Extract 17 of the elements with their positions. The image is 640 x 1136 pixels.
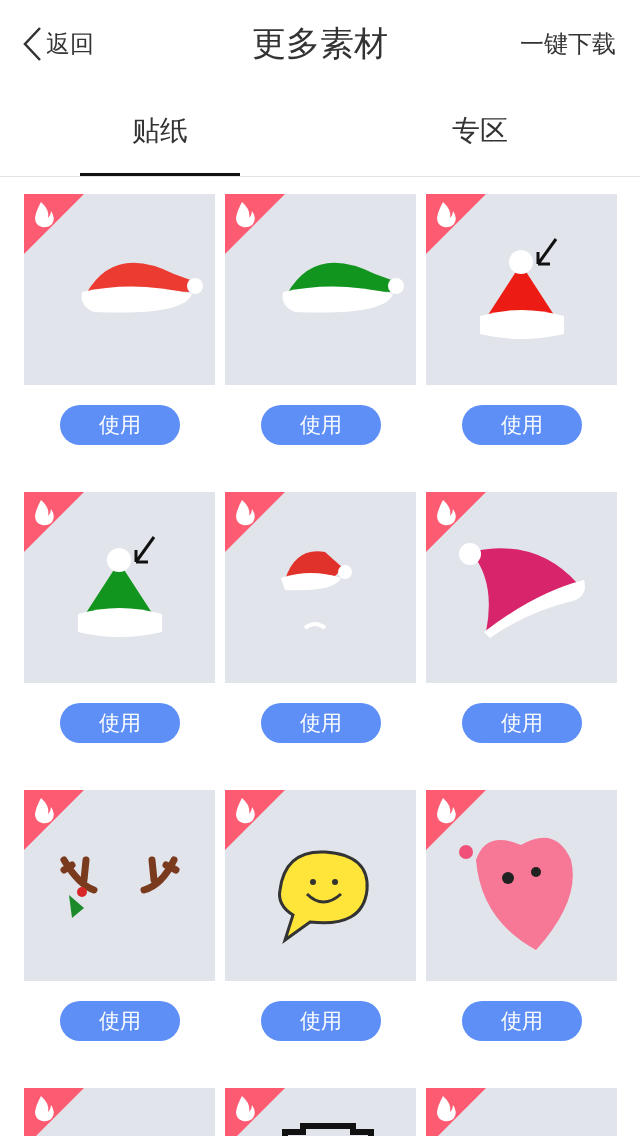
use-button[interactable]: 使用: [59, 405, 180, 445]
tab[interactable]: 专区: [400, 88, 560, 176]
sticker-card[interactable]: [24, 790, 215, 981]
sticker-card[interactable]: [225, 790, 416, 981]
page-title: 更多素材: [252, 23, 388, 63]
back-button[interactable]: 返回: [22, 26, 94, 62]
use-button[interactable]: 使用: [260, 703, 381, 743]
use-button[interactable]: 使用: [461, 1001, 582, 1041]
use-button[interactable]: 使用: [59, 703, 180, 743]
use-button[interactable]: 使用: [461, 703, 582, 743]
back-icon[interactable]: [22, 26, 42, 62]
download-all-button[interactable]: 一键下载: [520, 28, 616, 60]
use-button[interactable]: 使用: [260, 405, 381, 445]
use-button[interactable]: 使用: [461, 405, 582, 445]
use-button[interactable]: 使用: [59, 1001, 180, 1041]
tab[interactable]: 贴纸: [80, 88, 240, 176]
use-button[interactable]: 使用: [260, 1001, 381, 1041]
